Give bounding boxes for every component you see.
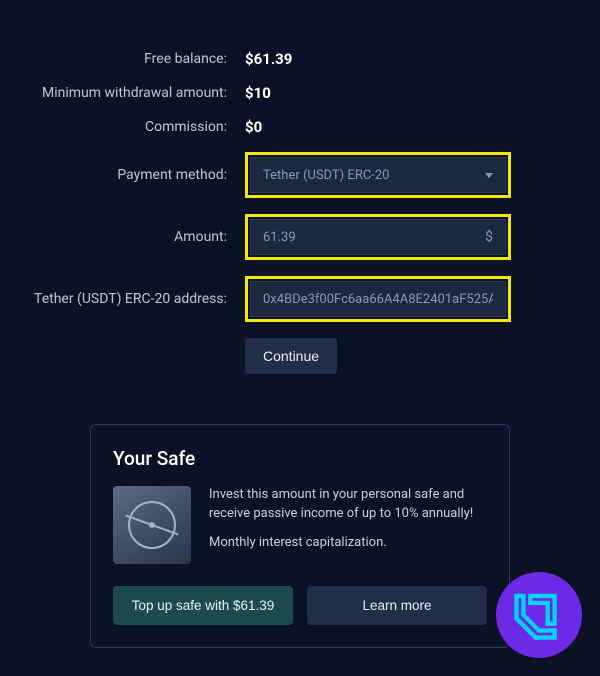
label-payment-method: Payment method:: [30, 167, 245, 183]
brand-logo-badge: [496, 572, 582, 658]
safe-description: Invest this amount in your personal safe…: [209, 486, 487, 524]
input-address-value: 0x4BDe3f00Fc6aa66A4A8E2401aF525A7: [263, 292, 493, 307]
safe-buttons: Top up safe with $61.39 Learn more: [113, 586, 487, 625]
select-payment-method-value: Tether (USDT) ERC-20: [263, 168, 390, 183]
withdrawal-form: Free balance: $61.39 Minimum withdrawal …: [0, 0, 600, 394]
highlight-amount: 61.39 $: [245, 214, 511, 260]
highlight-address: 0x4BDe3f00Fc6aa66A4A8E2401aF525A7: [245, 276, 511, 322]
row-amount: Amount: 61.39 $: [30, 214, 570, 260]
currency-suffix: $: [477, 229, 493, 245]
value-commission: $0: [245, 118, 262, 136]
learn-more-button[interactable]: Learn more: [307, 586, 487, 625]
row-commission: Commission: $0: [30, 118, 570, 136]
row-min-withdrawal: Minimum withdrawal amount: $10: [30, 84, 570, 102]
safe-texts: Invest this amount in your personal safe…: [209, 486, 487, 564]
continue-button[interactable]: Continue: [245, 338, 337, 374]
value-free-balance: $61.39: [245, 50, 292, 68]
row-address: Tether (USDT) ERC-20 address: 0x4BDe3f00…: [30, 276, 570, 322]
topup-safe-button[interactable]: Top up safe with $61.39: [113, 586, 293, 625]
brand-logo-icon: [513, 589, 565, 641]
input-amount-value: 61.39: [263, 230, 477, 245]
input-address[interactable]: 0x4BDe3f00Fc6aa66A4A8E2401aF525A7: [250, 281, 506, 317]
row-continue: Continue: [30, 338, 570, 374]
select-payment-method[interactable]: Tether (USDT) ERC-20: [250, 157, 506, 193]
safe-title: Your Safe: [113, 447, 487, 470]
label-min-withdrawal: Minimum withdrawal amount:: [30, 85, 245, 101]
chevron-down-icon: [485, 173, 493, 178]
safe-vault-icon: [113, 486, 191, 564]
label-commission: Commission:: [30, 119, 245, 135]
label-free-balance: Free balance:: [30, 51, 245, 67]
label-amount: Amount:: [30, 229, 245, 245]
label-address: Tether (USDT) ERC-20 address:: [30, 291, 245, 307]
highlight-payment-method: Tether (USDT) ERC-20: [245, 152, 511, 198]
safe-capitalization: Monthly interest capitalization.: [209, 534, 487, 553]
your-safe-panel: Your Safe Invest this amount in your per…: [90, 424, 510, 648]
row-payment-method: Payment method: Tether (USDT) ERC-20: [30, 152, 570, 198]
value-min-withdrawal: $10: [245, 84, 271, 102]
input-amount[interactable]: 61.39 $: [250, 219, 506, 255]
safe-body: Invest this amount in your personal safe…: [113, 486, 487, 564]
row-free-balance: Free balance: $61.39: [30, 50, 570, 68]
